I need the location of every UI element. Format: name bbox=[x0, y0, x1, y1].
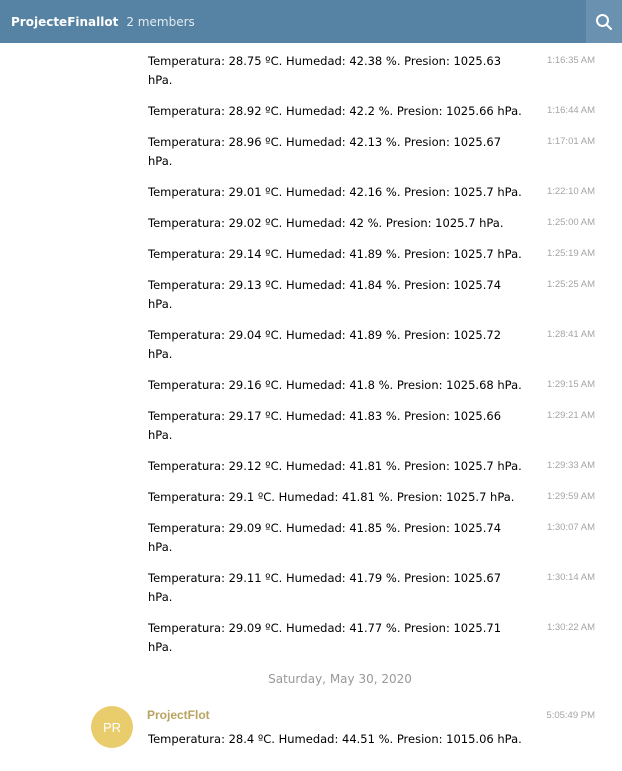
message-time: 1:29:21 AM bbox=[546, 410, 595, 421]
message-time: 1:17:01 AM bbox=[546, 136, 595, 147]
message-text: Temperatura: 28.4 ºC. Humedad: 44.51 %. … bbox=[148, 732, 522, 746]
message-text: Temperatura: 29.01 ºC. Humedad: 42.16 %.… bbox=[148, 185, 522, 199]
message-author[interactable]: ProjectFlot bbox=[147, 708, 210, 722]
message-text: Temperatura: 29.11 ºC. Humedad: 41.79 %.… bbox=[148, 571, 502, 604]
chat-title[interactable]: ProjecteFinallot bbox=[11, 15, 118, 29]
message-text: Temperatura: 29.1 ºC. Humedad: 41.81 %. … bbox=[148, 490, 515, 504]
chat-header: ProjecteFinallot 2 members bbox=[0, 0, 622, 43]
message-text: Temperatura: 29.13 ºC. Humedad: 41.84 %.… bbox=[148, 278, 502, 311]
message-text: Temperatura: 29.04 ºC. Humedad: 41.89 %.… bbox=[148, 328, 502, 361]
message-text: Temperatura: 28.75 ºC. Humedad: 42.38 %.… bbox=[148, 54, 502, 87]
message-time: 5:05:49 PM bbox=[546, 710, 595, 721]
message-time: 1:25:25 AM bbox=[546, 279, 595, 290]
message-text: Temperatura: 28.96 ºC. Humedad: 42.13 %.… bbox=[148, 135, 502, 168]
message-time: 1:25:00 AM bbox=[546, 217, 595, 228]
search-icon bbox=[596, 13, 612, 30]
message-time: 1:25:19 AM bbox=[546, 248, 595, 259]
message-text: Temperatura: 28.92 ºC. Humedad: 42.2 %. … bbox=[148, 104, 522, 118]
message-text: Temperatura: 29.14 ºC. Humedad: 41.89 %.… bbox=[148, 247, 522, 261]
message-time: 1:22:10 AM bbox=[546, 186, 595, 197]
message-time: 1:29:15 AM bbox=[546, 379, 595, 390]
message-time: 1:29:33 AM bbox=[546, 460, 595, 471]
message-time: 1:29:59 AM bbox=[546, 491, 595, 502]
search-button[interactable] bbox=[586, 0, 622, 43]
message-time: 1:16:35 AM bbox=[546, 55, 595, 66]
message-text: Temperatura: 29.12 ºC. Humedad: 41.81 %.… bbox=[148, 459, 522, 473]
message-time: 1:16:44 AM bbox=[546, 105, 595, 116]
message-text: Temperatura: 29.09 ºC. Humedad: 41.77 %.… bbox=[148, 621, 502, 654]
message-time: 1:30:22 AM bbox=[546, 622, 595, 633]
avatar[interactable]: PR bbox=[91, 706, 133, 748]
date-separator: Saturday, May 30, 2020 bbox=[268, 672, 412, 686]
message-time: 1:30:07 AM bbox=[546, 522, 595, 533]
message-text: Temperatura: 29.17 ºC. Humedad: 41.83 %.… bbox=[148, 409, 502, 442]
message-time: 1:28:41 AM bbox=[546, 329, 595, 340]
message-time: 1:30:14 AM bbox=[546, 572, 595, 583]
member-count[interactable]: 2 members bbox=[126, 15, 194, 29]
message-text: Temperatura: 29.09 ºC. Humedad: 41.85 %.… bbox=[148, 521, 502, 554]
message-text: Temperatura: 29.02 ºC. Humedad: 42 %. Pr… bbox=[148, 216, 504, 230]
message-text: Temperatura: 29.16 ºC. Humedad: 41.8 %. … bbox=[148, 378, 522, 392]
